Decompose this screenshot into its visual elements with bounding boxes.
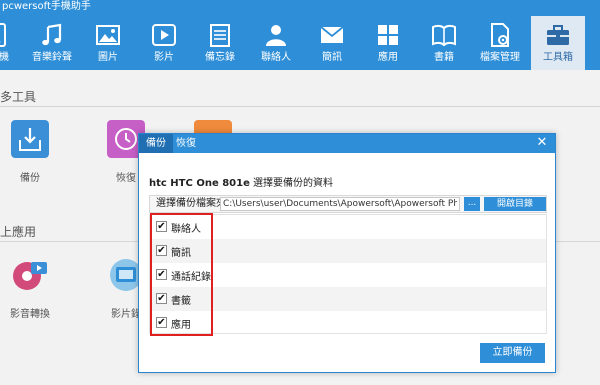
- list-item: ✔ 書籤: [150, 287, 546, 311]
- section-divider: [0, 106, 600, 107]
- browse-button[interactable]: ...: [464, 197, 480, 211]
- book-icon: [432, 24, 456, 47]
- close-icon[interactable]: ✕: [535, 136, 549, 150]
- toolbar-item-pictures[interactable]: 圖片: [81, 16, 135, 70]
- backup-folder-row: 選擇備份檔案夾 ... 開啟目錄: [149, 195, 547, 213]
- top-toolbar: pcwersoft手機助手 手機 音樂鈴聲 圖片 影片 備忘錄 聯絡人 簡訊 應…: [0, 0, 600, 70]
- app-label: 影音轉換: [10, 309, 50, 320]
- tool-label: 備份: [20, 173, 40, 184]
- toolbar-item-contacts[interactable]: 聯絡人: [249, 16, 303, 70]
- toolbar-item-file-manager[interactable]: 檔案管理: [473, 16, 527, 70]
- list-item: ✔ 聯絡人: [150, 215, 546, 239]
- backup-folder-path[interactable]: [220, 197, 460, 211]
- list-item: ✔ 應用: [150, 311, 546, 335]
- notes-icon: [210, 24, 230, 47]
- section-title-apps: 上應用: [0, 225, 37, 239]
- checkbox-label[interactable]: 通話紀錄: [171, 268, 211, 283]
- app-video-converter[interactable]: 影音轉換: [0, 256, 60, 320]
- checkbox-messages[interactable]: ✔: [156, 245, 167, 256]
- video-play-icon: [152, 24, 176, 46]
- checkbox-label[interactable]: 書籤: [171, 292, 191, 307]
- toolbar-item-toolbox[interactable]: 工具箱: [531, 16, 585, 70]
- tool-backup[interactable]: 備份: [0, 120, 60, 184]
- toolbar-item-books[interactable]: 書籍: [417, 16, 471, 70]
- section-title-tools: 多工具: [0, 90, 37, 104]
- dialog-header: 備份 恢復 ✕: [139, 134, 555, 153]
- music-note-icon: [42, 23, 62, 46]
- checkbox-apps[interactable]: ✔: [156, 317, 167, 328]
- toolbar-item-music[interactable]: 音樂鈴聲: [25, 16, 79, 70]
- backup-dialog: 備份 恢復 ✕ htc HTC One 801e 選擇要備份的資料 選擇備份檔案…: [138, 133, 556, 373]
- checkbox-contacts[interactable]: ✔: [156, 221, 167, 232]
- checkbox-label[interactable]: 簡訊: [171, 244, 191, 259]
- toolbar-item-apps[interactable]: 應用: [361, 16, 415, 70]
- contact-icon: [266, 25, 286, 46]
- backup-now-button[interactable]: 立即備份: [480, 343, 545, 363]
- video-converter-icon: [13, 262, 47, 290]
- checkbox-label[interactable]: 聯絡人: [171, 220, 201, 235]
- list-item: ✔ 簡訊: [150, 239, 546, 263]
- checkbox-label[interactable]: 應用: [171, 316, 191, 331]
- toolbar-item-videos[interactable]: 影片: [137, 16, 191, 70]
- toolbar-item-label: 檔案管理: [480, 52, 520, 63]
- tab-backup[interactable]: 備份: [139, 134, 173, 153]
- envelope-icon: [320, 26, 344, 43]
- device-name: htc HTC One 801e: [149, 178, 250, 189]
- backup-folder-label: 選擇備份檔案夾: [156, 198, 226, 209]
- picture-icon: [96, 25, 120, 45]
- backup-icon: [11, 120, 49, 158]
- list-item: ✔ 通話紀錄: [150, 263, 546, 287]
- phone-icon: [0, 23, 6, 47]
- toolbar-item-label: 工具箱: [543, 52, 573, 63]
- file-manager-icon: [491, 23, 509, 47]
- device-prompt: htc HTC One 801e 選擇要備份的資料: [149, 174, 333, 189]
- checkbox-call-log[interactable]: ✔: [156, 269, 167, 280]
- tab-restore[interactable]: 恢復: [169, 134, 203, 153]
- toolbar-item-notes[interactable]: 備忘錄: [193, 16, 247, 70]
- toolbar-item-messages[interactable]: 簡訊: [305, 16, 359, 70]
- open-directory-button[interactable]: 開啟目錄: [484, 197, 546, 211]
- backup-prompt: 選擇要備份的資料: [253, 178, 334, 189]
- checkbox-bookmarks[interactable]: ✔: [156, 293, 167, 304]
- app-title: pcwersoft手機助手: [2, 1, 91, 12]
- toolbox-icon: [547, 25, 569, 45]
- apps-grid-icon: [378, 25, 398, 45]
- backup-items-list: ✔ 聯絡人 ✔ 簡訊 ✔ 通話紀錄 ✔ 書籤 ✔ 應用: [149, 214, 547, 334]
